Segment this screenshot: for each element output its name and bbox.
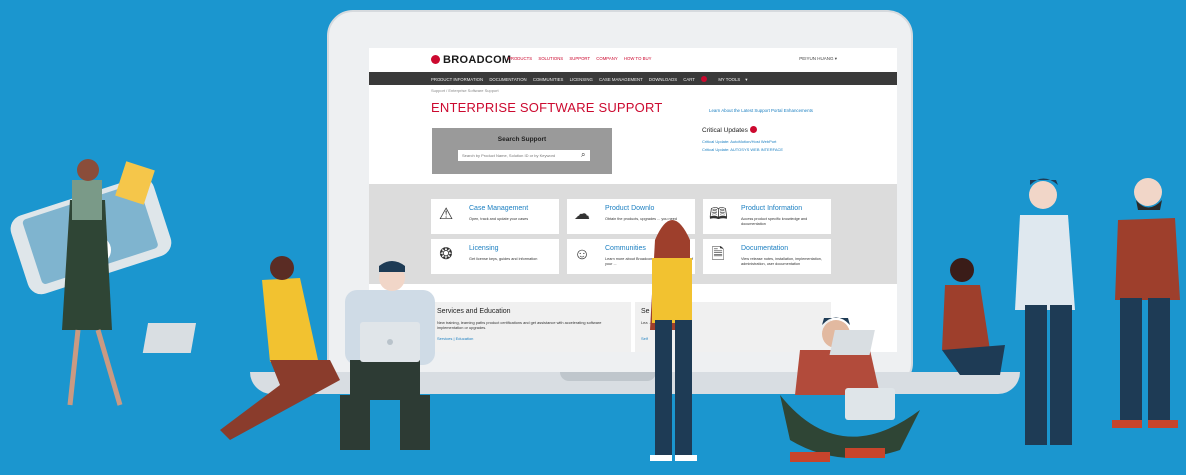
woman-with-phone-figure bbox=[10, 159, 172, 406]
bearded-man-figure bbox=[1112, 178, 1180, 428]
illustration-people bbox=[10, 159, 1180, 462]
woman-with-laptop-figure bbox=[142, 256, 340, 440]
man-with-laptop-figure bbox=[340, 261, 435, 450]
standing-woman-figure bbox=[650, 220, 697, 461]
man-standing-figure bbox=[1015, 178, 1075, 445]
